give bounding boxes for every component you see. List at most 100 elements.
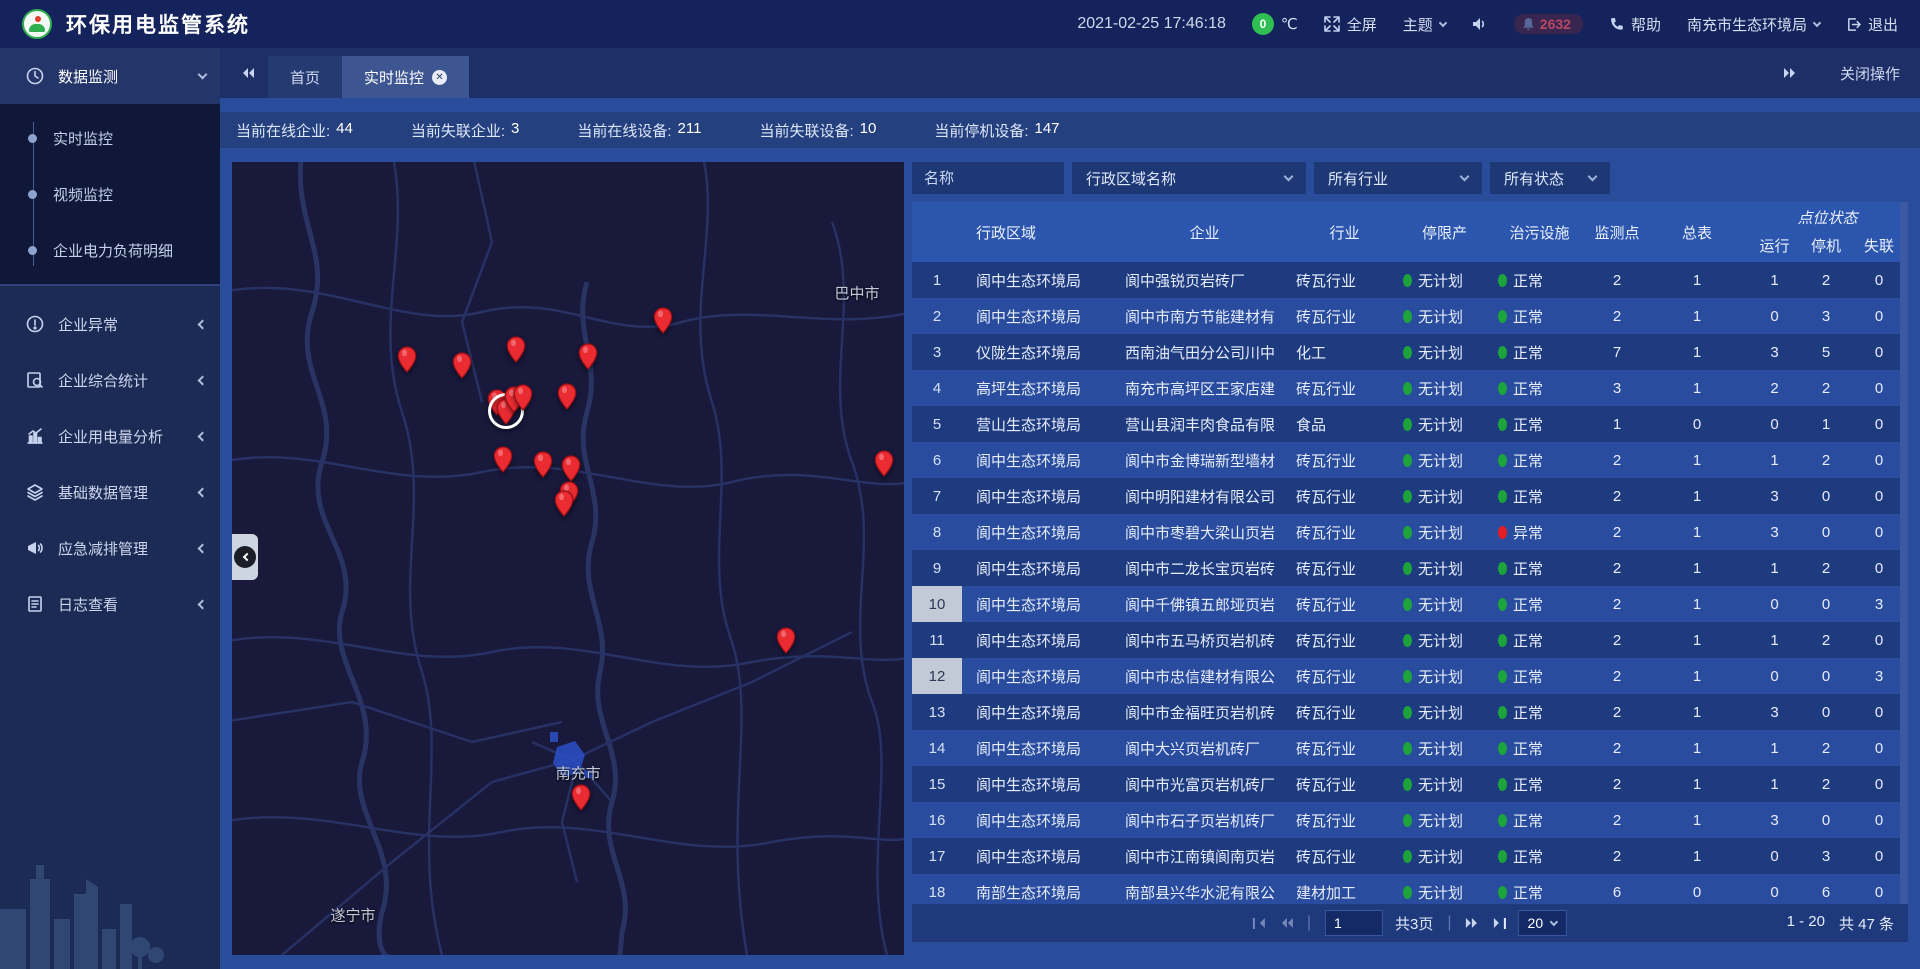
sidebar-item-log-view[interactable]: 日志查看 bbox=[0, 576, 220, 632]
sidebar-item-video-monitor[interactable]: 视频监控 bbox=[0, 166, 220, 222]
help-button[interactable]: 帮助 bbox=[1609, 14, 1661, 35]
table-scrollbar[interactable] bbox=[1900, 202, 1908, 904]
cell-industry: 砖瓦行业 bbox=[1292, 442, 1397, 478]
chevron-left-icon bbox=[198, 319, 208, 329]
table-row[interactable]: 1阆中生态环境局阆中强锐页岩砖厂砖瓦行业无计划正常21120 bbox=[912, 262, 1908, 298]
status-dot-icon bbox=[1498, 490, 1507, 503]
map-pin[interactable] bbox=[506, 336, 526, 363]
close-operations-button[interactable]: 关闭操作 bbox=[1840, 63, 1900, 84]
status-dot-icon bbox=[1403, 526, 1412, 539]
table-row[interactable]: 10阆中生态环境局阆中千佛镇五郎垭页岩砖瓦行业无计划正常21003 bbox=[912, 586, 1908, 622]
app-root: 环保用电监管系统 2021-02-25 17:46:18 0 ℃ 全屏 主题 bbox=[0, 0, 1920, 969]
map-pin[interactable] bbox=[776, 627, 796, 654]
page-input[interactable] bbox=[1325, 910, 1383, 936]
status-text: 正常 bbox=[1513, 882, 1543, 903]
chevron-left-icon bbox=[198, 375, 208, 385]
fullscreen-button[interactable]: 全屏 bbox=[1324, 14, 1377, 35]
map-pin[interactable] bbox=[452, 352, 472, 379]
prev-page-button[interactable] bbox=[1277, 918, 1293, 928]
cell-stop-status: 无计划 bbox=[1397, 658, 1492, 694]
sidebar-item-power-analysis[interactable]: 企业用电量分析 bbox=[0, 408, 220, 464]
sidebar-item-company-statistics[interactable]: 企业综合统计 bbox=[0, 352, 220, 408]
chevron-left-icon bbox=[198, 599, 208, 609]
sidebar-item-emergency-reduction[interactable]: 应急减排管理 bbox=[0, 520, 220, 576]
cell-facility-status: 正常 bbox=[1492, 550, 1587, 586]
notification-badge[interactable]: 2632 bbox=[1514, 14, 1583, 34]
cell-stop-status: 无计划 bbox=[1397, 406, 1492, 442]
table-row[interactable]: 11阆中生态环境局阆中市五马桥页岩机砖砖瓦行业无计划正常21120 bbox=[912, 622, 1908, 658]
industry-filter-select[interactable]: 所有行业 bbox=[1314, 162, 1482, 194]
tabs-scroll-left-button[interactable] bbox=[238, 68, 254, 78]
status-text: 无计划 bbox=[1418, 774, 1463, 795]
sidebar-item-data-monitoring[interactable]: 数据监测 bbox=[0, 48, 220, 104]
map-pin[interactable] bbox=[557, 383, 577, 410]
cell-region: 阆中生态环境局 bbox=[962, 514, 1117, 550]
map-pin[interactable] bbox=[554, 490, 574, 517]
tab-close-icon[interactable]: ✕ bbox=[432, 70, 447, 85]
cell-region: 营山生态环境局 bbox=[962, 406, 1117, 442]
cell-stopped-count: 0 bbox=[1802, 586, 1850, 622]
cell-run-count: 1 bbox=[1747, 766, 1802, 802]
map-panel[interactable]: 巴中市南充市遂宁市 bbox=[232, 162, 904, 955]
sidebar-item-realtime-monitor[interactable]: 实时监控 bbox=[0, 110, 220, 166]
next-page-button[interactable] bbox=[1466, 918, 1482, 928]
table-row[interactable]: 14阆中生态环境局阆中大兴页岩机砖厂砖瓦行业无计划正常21120 bbox=[912, 730, 1908, 766]
table-row[interactable]: 17阆中生态环境局阆中市江南镇阆南页岩砖瓦行业无计划正常21030 bbox=[912, 838, 1908, 874]
map-pin[interactable] bbox=[533, 451, 553, 478]
cell-facility-status: 正常 bbox=[1492, 658, 1587, 694]
map-pin[interactable] bbox=[493, 446, 513, 473]
table-row[interactable]: 3仪陇生态环境局西南油气田分公司川中化工无计划正常71350 bbox=[912, 334, 1908, 370]
volume-button[interactable] bbox=[1472, 17, 1488, 31]
region-filter-select[interactable]: 行政区域名称 bbox=[1072, 162, 1306, 194]
cell-run-count: 1 bbox=[1747, 622, 1802, 658]
status-dot-icon bbox=[1403, 850, 1412, 863]
map-pin[interactable] bbox=[397, 346, 417, 373]
table-row[interactable]: 8阆中生态环境局阆中市枣碧大梁山页岩砖瓦行业无计划异常21300 bbox=[912, 514, 1908, 550]
table-row[interactable]: 9阆中生态环境局阆中市二龙长宝页岩砖砖瓦行业无计划正常21120 bbox=[912, 550, 1908, 586]
sidebar-item-company-abnormal[interactable]: 企业异常 bbox=[0, 296, 220, 352]
cell-monitor-count: 2 bbox=[1587, 262, 1647, 298]
tab-home[interactable]: 首页 bbox=[268, 56, 342, 98]
status-text: 无计划 bbox=[1418, 630, 1463, 651]
cell-meter-count: 1 bbox=[1647, 334, 1747, 370]
name-filter-input[interactable] bbox=[912, 162, 1064, 194]
map-collapse-handle[interactable] bbox=[232, 534, 258, 580]
table-row[interactable]: 15阆中生态环境局阆中市光富页岩机砖厂砖瓦行业无计划正常21120 bbox=[912, 766, 1908, 802]
cell-region: 南部生态环境局 bbox=[962, 874, 1117, 904]
sidebar-item-power-load-detail[interactable]: 企业电力负荷明细 bbox=[0, 222, 220, 278]
map-pin[interactable] bbox=[513, 384, 533, 411]
logout-button[interactable]: 退出 bbox=[1846, 14, 1898, 35]
last-page-button[interactable] bbox=[1494, 918, 1506, 929]
map-pin[interactable] bbox=[874, 450, 894, 477]
table-row[interactable]: 4高坪生态环境局南充市高坪区王家店建砖瓦行业无计划正常31220 bbox=[912, 370, 1908, 406]
first-page-button[interactable] bbox=[1253, 918, 1265, 929]
map-pin[interactable] bbox=[578, 343, 598, 370]
map-pin[interactable] bbox=[561, 455, 581, 482]
cell-stopped-count: 2 bbox=[1802, 622, 1850, 658]
sidebar-item-basic-data[interactable]: 基础数据管理 bbox=[0, 464, 220, 520]
tabs-scroll-right-button[interactable] bbox=[1784, 68, 1800, 78]
theme-menu[interactable]: 主题 bbox=[1403, 14, 1446, 35]
table-row[interactable]: 5营山生态环境局营山县润丰肉食品有限食品无计划正常10010 bbox=[912, 406, 1908, 442]
cell-facility-status: 正常 bbox=[1492, 730, 1587, 766]
page-size-select[interactable]: 20 bbox=[1518, 910, 1568, 936]
map-pin[interactable] bbox=[653, 307, 673, 334]
cell-region: 阆中生态环境局 bbox=[962, 658, 1117, 694]
status-dot-icon bbox=[1403, 778, 1412, 791]
cell-index: 17 bbox=[912, 838, 962, 874]
table-row[interactable]: 18南部生态环境局南部县兴华水泥有限公建材加工无计划正常60060 bbox=[912, 874, 1908, 904]
status-filter-select[interactable]: 所有状态 bbox=[1490, 162, 1610, 194]
table-row[interactable]: 13阆中生态环境局阆中市金福旺页岩机砖砖瓦行业无计划正常21300 bbox=[912, 694, 1908, 730]
cell-facility-status: 异常 bbox=[1492, 514, 1587, 550]
cell-monitor-count: 2 bbox=[1587, 442, 1647, 478]
map-pin[interactable] bbox=[571, 784, 591, 811]
table-row[interactable]: 16阆中生态环境局阆中市石子页岩机砖厂砖瓦行业无计划正常21300 bbox=[912, 802, 1908, 838]
user-menu[interactable]: 南充市生态环境局 bbox=[1687, 14, 1820, 35]
table-row[interactable]: 12阆中生态环境局阆中市忠信建材有限公砖瓦行业无计划正常21003 bbox=[912, 658, 1908, 694]
cell-stop-status: 无计划 bbox=[1397, 874, 1492, 904]
table-row[interactable]: 2阆中生态环境局阆中市南方节能建材有砖瓦行业无计划正常21030 bbox=[912, 298, 1908, 334]
tab-realtime-monitor[interactable]: 实时监控 ✕ bbox=[342, 56, 469, 98]
table-row[interactable]: 7阆中生态环境局阆中明阳建材有限公司砖瓦行业无计划正常21300 bbox=[912, 478, 1908, 514]
status-dot-icon bbox=[1403, 598, 1412, 611]
table-row[interactable]: 6阆中生态环境局阆中市金博瑞新型墙材砖瓦行业无计划正常21120 bbox=[912, 442, 1908, 478]
